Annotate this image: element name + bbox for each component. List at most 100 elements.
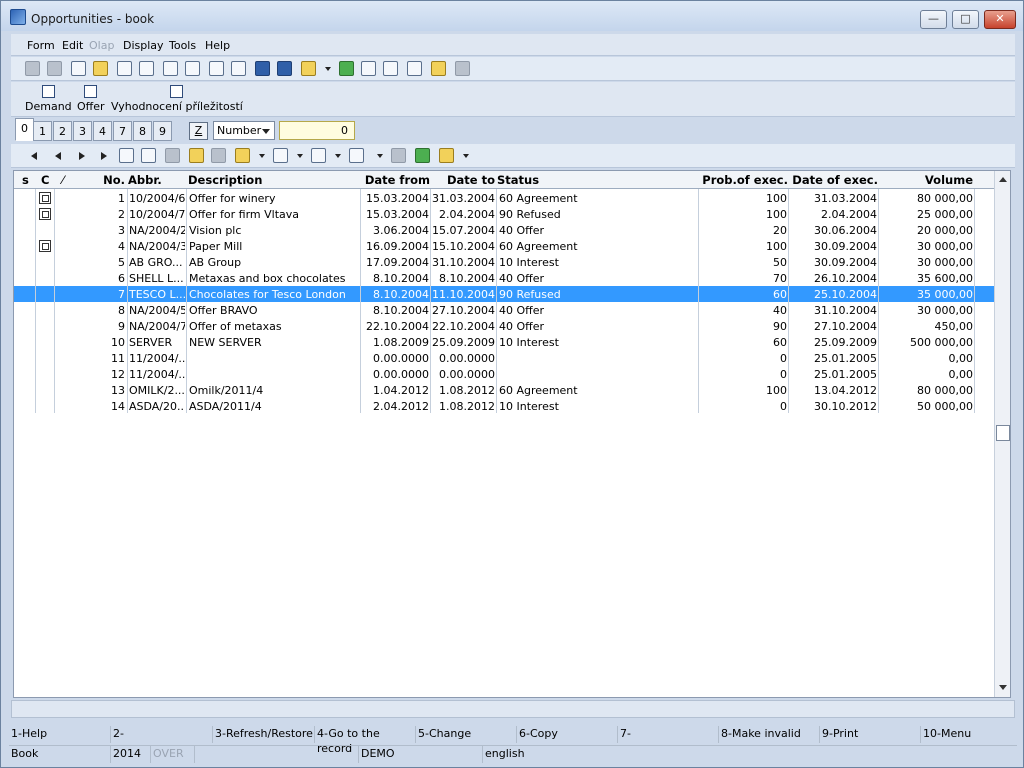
- table-row[interactable]: 13 OMILK/2... Omilk/2011/4 1.04.2012 1.08.20…: [14, 382, 994, 398]
- evaluation-button[interactable]: Vyhodnocení příležitostí: [111, 85, 243, 113]
- calculator-dropdown-icon[interactable]: [463, 154, 469, 158]
- f4-goto[interactable]: 4-Go to the record: [315, 726, 416, 755]
- title-bar[interactable]: Opportunities - book — □ ✕: [1, 1, 1023, 31]
- last-record-icon[interactable]: [101, 152, 107, 160]
- minimize-button[interactable]: —: [920, 10, 947, 29]
- offer-button[interactable]: Offer: [77, 85, 105, 113]
- tab-8[interactable]: 8: [133, 121, 152, 141]
- camera-icon[interactable]: [301, 61, 316, 76]
- scroll-up-icon[interactable]: [999, 177, 1007, 182]
- tab-0[interactable]: 0: [15, 118, 34, 141]
- filter-icon[interactable]: [273, 148, 288, 163]
- f2[interactable]: 2-: [111, 726, 213, 743]
- opportunities-grid[interactable]: s C ⁄ No. Abbr. Description Date from Da…: [13, 170, 1011, 698]
- col-date-to-header[interactable]: Date to: [432, 173, 495, 187]
- refresh-icon[interactable]: [119, 148, 134, 163]
- duplicate-icon[interactable]: [163, 61, 178, 76]
- binoculars-icon[interactable]: [361, 61, 376, 76]
- demand-button[interactable]: Demand: [25, 85, 72, 113]
- calculator-icon[interactable]: [439, 148, 454, 163]
- table-row[interactable]: 8 NA/2004/5 Offer BRAVO 8.10.2004 27.10.2004…: [14, 302, 994, 318]
- arrow-up-icon[interactable]: [255, 61, 270, 76]
- link-icon[interactable]: [339, 61, 354, 76]
- col-date-from-header[interactable]: Date from: [362, 173, 430, 187]
- save-as-icon[interactable]: [47, 61, 62, 76]
- mail-icon[interactable]: [431, 61, 446, 76]
- col-s-header[interactable]: s: [22, 173, 29, 187]
- table-row[interactable]: 12 11/2004/... 0.00.0000 0.00.0000 0 25.01.20…: [14, 366, 994, 382]
- scroll-down-icon[interactable]: [999, 685, 1007, 690]
- export-icon[interactable]: [415, 148, 430, 163]
- table-row[interactable]: 7 TESCO L... Chocolates for Tesco London 8.…: [14, 286, 994, 302]
- table-row[interactable]: 2 10/2004/7 Offer for firm Vltava 15.03.200…: [14, 206, 994, 222]
- col-abbr-header[interactable]: Abbr.: [128, 173, 162, 187]
- col-description-header[interactable]: Description: [188, 173, 262, 187]
- menu-tools[interactable]: Tools: [169, 39, 196, 52]
- z-button[interactable]: Z: [189, 122, 208, 140]
- col-no-header[interactable]: No.: [74, 173, 125, 187]
- first-record-icon[interactable]: [31, 152, 37, 160]
- tab-1[interactable]: 1: [33, 121, 52, 141]
- close-button[interactable]: ✕: [984, 10, 1016, 29]
- previous-record-icon[interactable]: [55, 152, 61, 160]
- camera-dropdown-icon[interactable]: [325, 67, 331, 71]
- col-c-header[interactable]: C: [41, 173, 49, 187]
- f5-change[interactable]: 5-Change: [416, 726, 517, 743]
- f6-copy[interactable]: 6-Copy: [517, 726, 618, 743]
- table-row[interactable]: 3 NA/2004/2 Vision plc 3.06.2004 15.07.2004 4…: [14, 222, 994, 238]
- table-row[interactable]: 1 10/2004/6 Offer for winery 15.03.2004 31.0…: [14, 190, 994, 206]
- f9-print[interactable]: 9-Print: [820, 726, 921, 743]
- tab-3[interactable]: 3: [73, 121, 92, 141]
- table-row[interactable]: 10 SERVER NEW SERVER 1.08.2009 25.09.2009 10 …: [14, 334, 994, 350]
- tab-4[interactable]: 4: [93, 121, 112, 141]
- menu-display[interactable]: Display: [123, 39, 164, 52]
- sort-dropdown-icon[interactable]: [377, 154, 383, 158]
- f8-invalid[interactable]: 8-Make invalid: [719, 726, 820, 743]
- table-row[interactable]: 5 AB GRO... AB Group 17.09.2004 31.10.2004 10…: [14, 254, 994, 270]
- menu-help[interactable]: Help: [205, 39, 230, 52]
- col-volume-header[interactable]: Volume: [880, 173, 973, 187]
- copy-record-icon[interactable]: [139, 61, 154, 76]
- scroll-thumb[interactable]: [996, 425, 1010, 441]
- new-record-icon[interactable]: [117, 61, 132, 76]
- report-icon[interactable]: [231, 61, 246, 76]
- col-status-header[interactable]: Status: [497, 173, 539, 187]
- f10-menu[interactable]: 10-Menu: [921, 726, 1017, 743]
- f3-refresh[interactable]: 3-Refresh/Restore: [213, 726, 315, 743]
- table-row[interactable]: 4 NA/2004/3 Paper Mill 16.09.2004 15.10.2004…: [14, 238, 994, 254]
- index-field-select[interactable]: Number: [213, 121, 275, 140]
- maximize-button[interactable]: □: [952, 10, 979, 29]
- table-row[interactable]: 11 11/2004/... 0.00.0000 0.00.0000 0 25.01.20…: [14, 350, 994, 366]
- sort-icon[interactable]: [349, 148, 364, 163]
- menu-form[interactable]: Form: [27, 39, 55, 52]
- col-prob-header[interactable]: Prob.of exec.: [700, 173, 788, 187]
- add-filter-icon[interactable]: [189, 148, 204, 163]
- arrow-down-icon[interactable]: [277, 61, 292, 76]
- col-exec-date-header[interactable]: Date of exec.: [790, 173, 878, 187]
- filter-icon[interactable]: [209, 61, 224, 76]
- vertical-scrollbar[interactable]: [994, 171, 1010, 697]
- find-next-icon[interactable]: [383, 61, 398, 76]
- undo-icon[interactable]: [71, 61, 86, 76]
- book-icon[interactable]: [185, 61, 200, 76]
- camera-dropdown-icon[interactable]: [259, 154, 265, 158]
- table-row[interactable]: 9 NA/2004/7 Offer of metaxas 22.10.2004 22.1…: [14, 318, 994, 334]
- menu-edit[interactable]: Edit: [62, 39, 83, 52]
- columns-dropdown-icon[interactable]: [335, 154, 341, 158]
- search-value-input[interactable]: 0: [279, 121, 355, 140]
- save-icon[interactable]: [25, 61, 40, 76]
- binoculars-icon[interactable]: [141, 148, 156, 163]
- camera-icon[interactable]: [235, 148, 250, 163]
- tab-9[interactable]: 9: [153, 121, 172, 141]
- tab-7[interactable]: 7: [113, 121, 132, 141]
- tab-2[interactable]: 2: [53, 121, 72, 141]
- f7[interactable]: 7-: [618, 726, 719, 743]
- find-previous-icon[interactable]: [407, 61, 422, 76]
- filter-dropdown-icon[interactable]: [297, 154, 303, 158]
- open-folder-icon[interactable]: [93, 61, 108, 76]
- table-row[interactable]: 14 ASDA/20... ASDA/2011/4 2.04.2012 1.08.201…: [14, 398, 994, 414]
- f1-help[interactable]: 1-Help: [9, 726, 111, 743]
- columns-icon[interactable]: [311, 148, 326, 163]
- table-row[interactable]: 6 SHELL L... Metaxas and box chocolates 8.1…: [14, 270, 994, 286]
- next-record-icon[interactable]: [79, 152, 85, 160]
